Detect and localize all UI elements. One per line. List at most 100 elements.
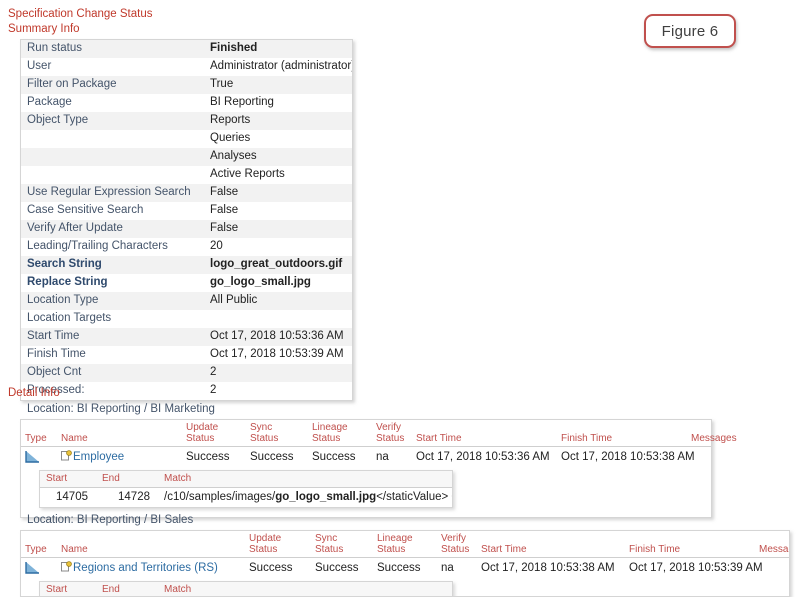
- cell-name: Regions and Territories (RS): [57, 558, 245, 580]
- summary-row-value: False: [210, 204, 239, 216]
- col-match-start: Start: [40, 471, 96, 488]
- col-match-end: End: [96, 471, 158, 488]
- summary-row-value: False: [204, 184, 352, 202]
- match-highlight: go_logo_small.jpg: [275, 491, 377, 503]
- summary-row: Active Reports: [21, 166, 352, 184]
- col-lineage-status: Lineage Status: [308, 420, 372, 447]
- summary-row-value: Queries: [210, 132, 251, 144]
- col-sync-status: Sync Status: [246, 420, 308, 447]
- summary-row: Use Regular Expression Search False: [21, 184, 352, 202]
- summary-row: Object Cnt 2: [21, 364, 352, 382]
- object-name-link[interactable]: Employee: [73, 451, 124, 463]
- summary-row-value: All Public: [204, 292, 352, 310]
- summary-row-label: Object Cnt: [21, 364, 204, 382]
- cell-start-time: Oct 17, 2018 10:53:38 AM: [481, 562, 615, 574]
- col-match-text: Match: [158, 582, 452, 596]
- cell-update-status: Success: [249, 562, 293, 574]
- summary-row-label: Replace String: [27, 276, 108, 288]
- cell-verify-status: na: [376, 451, 389, 463]
- col-lineage-status: Lineage Status: [373, 531, 437, 558]
- summary-row: Case Sensitive Search False: [21, 202, 352, 220]
- match-container-cell: Start End Match 14705 14728 /c10/samples…: [21, 468, 711, 517]
- summary-row-label: Leading/Trailing Characters: [27, 240, 168, 252]
- summary-row-value: Oct 17, 2018 10:53:36 AM: [204, 328, 352, 346]
- summary-row-label: Case Sensitive Search: [27, 204, 144, 216]
- summary-info-heading: Summary Info: [8, 23, 80, 35]
- col-messages: Messages: [687, 420, 737, 447]
- summary-row-value: 20: [210, 240, 223, 252]
- match-container-row: Start End Match 14705 14728 /c10/samples…: [21, 468, 711, 517]
- detail-table-sales: Type Name Update Status Sync Status Line…: [21, 531, 789, 596]
- page-title: Specification Change Status: [8, 8, 153, 20]
- col-update-status: Update Status: [182, 420, 246, 447]
- summary-row-label: Filter on Package: [21, 76, 204, 94]
- cell-sync-status: Success: [315, 562, 359, 574]
- location-label-1: Location: BI Reporting / BI Sales: [27, 514, 194, 526]
- match-header-row: Start End Match: [40, 582, 452, 596]
- table-row[interactable]: Regions and Territories (RS) Success Suc…: [21, 558, 789, 580]
- match-table: Start End Match 14705 14728 /c10/samples…: [40, 471, 452, 507]
- object-badge-icon: [61, 450, 72, 461]
- detail-info-heading: Detail Info: [8, 387, 60, 399]
- summary-row-label: Start Time: [21, 328, 204, 346]
- col-type: Type: [21, 420, 57, 447]
- match-header-row: Start End Match: [40, 471, 452, 488]
- summary-row-value: BI Reporting: [210, 96, 274, 108]
- summary-row-value: False: [204, 220, 352, 238]
- match-prefix: /c10/samples/images/: [164, 491, 276, 503]
- match-end-value: 14728: [118, 491, 150, 503]
- col-start-time: Start Time: [412, 420, 557, 447]
- match-container-row: Start End Match: [21, 579, 789, 596]
- location-label-0: Location: BI Reporting / BI Marketing: [27, 403, 215, 415]
- detail-header-row: Type Name Update Status Sync Status Line…: [21, 531, 789, 558]
- detail-panel-marketing: Type Name Update Status Sync Status Line…: [20, 419, 737, 518]
- match-container-cell: Start End Match: [21, 579, 789, 596]
- summary-row-value: Active Reports: [210, 168, 285, 180]
- summary-row-value: Reports: [204, 112, 352, 130]
- object-badge-icon: [61, 561, 72, 572]
- summary-row: Package BI Reporting: [21, 94, 352, 112]
- figure-badge: Figure 6: [644, 14, 736, 48]
- summary-row-label: Finish Time: [27, 348, 86, 360]
- table-row[interactable]: Employee Success Success Success na Oct …: [21, 447, 711, 469]
- match-start-value: 14705: [56, 491, 88, 503]
- summary-row-label: Run status: [21, 40, 204, 58]
- object-name-link[interactable]: Regions and Territories (RS): [73, 562, 218, 574]
- cell-lineage-status: Success: [312, 451, 356, 463]
- summary-row-label: Search String: [21, 256, 204, 274]
- summary-row-label: Verify After Update: [21, 220, 204, 238]
- col-sync-status: Sync Status: [311, 531, 373, 558]
- summary-row: Filter on Package True: [21, 76, 352, 94]
- col-start-time: Start Time: [477, 531, 625, 558]
- summary-row: Finish Time Oct 17, 2018 10:53:39 AM: [21, 346, 352, 364]
- summary-row-label: [21, 166, 204, 184]
- match-panel: Start End Match: [39, 581, 453, 596]
- summary-row: Search String logo_great_outdoors.gif: [21, 256, 352, 274]
- summary-row-value: go_logo_small.jpg: [210, 276, 311, 288]
- summary-row: Object Type Reports: [21, 112, 352, 130]
- summary-row-label: Package: [27, 96, 72, 108]
- cell-sync-status: Success: [250, 451, 294, 463]
- col-name: Name: [57, 531, 245, 558]
- summary-row: Verify After Update False: [21, 220, 352, 238]
- report-icon: [25, 450, 41, 464]
- summary-row-value: Analyses: [204, 148, 352, 166]
- summary-row-value: [204, 310, 352, 328]
- summary-row: Start Time Oct 17, 2018 10:53:36 AM: [21, 328, 352, 346]
- summary-row: User Administrator (administrator): [21, 58, 352, 76]
- col-match-end: End: [96, 582, 158, 596]
- match-table: Start End Match: [40, 582, 452, 596]
- summary-row-label: Location Targets: [27, 312, 112, 324]
- summary-row-label: Location Type: [21, 292, 204, 310]
- summary-row: Location Targets: [21, 310, 352, 328]
- summary-table: Run status Finished User Administrator (adm…: [21, 40, 352, 400]
- summary-row-value: True: [204, 76, 352, 94]
- summary-row-value: 2: [204, 364, 352, 382]
- summary-row: Location Type All Public: [21, 292, 352, 310]
- summary-row: Leading/Trailing Characters 20: [21, 238, 352, 256]
- detail-header-row: Type Name Update Status Sync Status Line…: [21, 420, 737, 447]
- col-name: Name: [57, 420, 182, 447]
- col-finish-time: Finish Time: [625, 531, 755, 558]
- cell-start-time: Oct 17, 2018 10:53:36 AM: [416, 451, 550, 463]
- col-finish-time: Finish Time: [557, 420, 687, 447]
